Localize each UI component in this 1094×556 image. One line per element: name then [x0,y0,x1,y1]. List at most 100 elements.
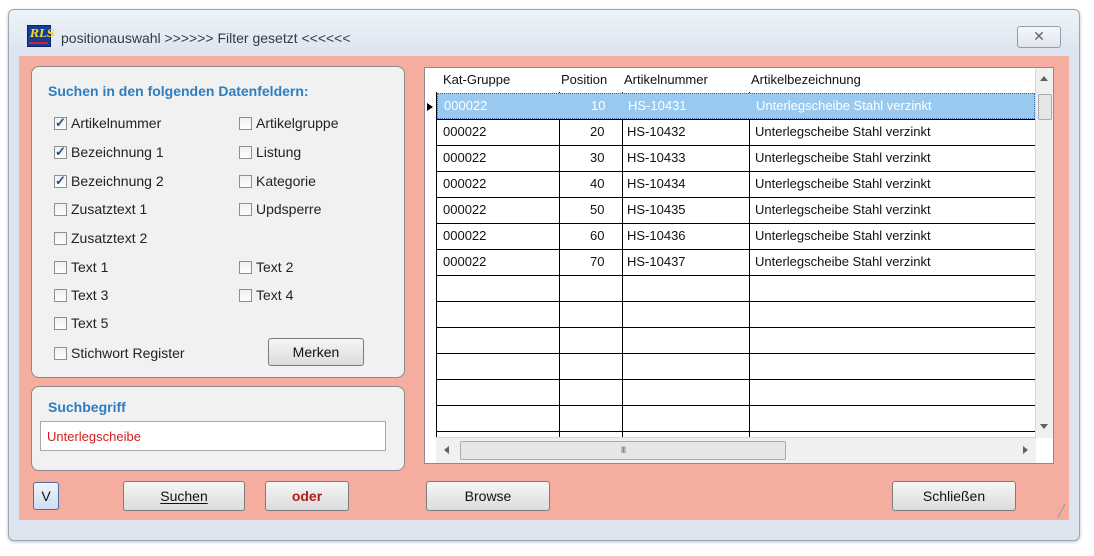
checkbox-box[interactable] [239,260,252,274]
table-row[interactable]: 000022 30 HS-10433 Unterlegscheibe Stahl… [437,146,1035,171]
title-bar[interactable]: RLS positionauswahl >>>>>> Filter gesetz… [9,10,1079,56]
checkbox-text-2[interactable]: Text 2 [239,259,293,275]
cell-position: 50 [590,202,605,217]
checkbox-box[interactable] [54,173,67,189]
scroll-down-arrow-icon[interactable] [1040,424,1048,429]
checkbox-text-3[interactable]: Text 3 [54,287,108,303]
cell-position: 20 [590,124,605,139]
cell-artikelnummer: HS-10433 [627,150,686,165]
close-icon[interactable]: ✕ [1017,26,1061,48]
checkbox-bezeichnung-1[interactable]: Bezeichnung 1 [54,144,164,160]
table-row-selected[interactable]: 000022 10 HS-10431 Unterlegscheibe Stahl… [437,93,1035,119]
search-fields-panel: Suchen in den folgenden Datenfeldern: Ar… [31,66,405,378]
cell-position: 70 [590,254,605,269]
checkbox-listung[interactable]: Listung [239,144,301,160]
search-term-panel: Suchbegriff Unterlegscheibe [31,386,405,471]
scroll-left-arrow-icon[interactable] [444,446,449,454]
resize-grip-icon[interactable]: ╱ [1058,504,1065,518]
cell-artikelnummer: HS-10437 [627,254,686,269]
checkbox-artikelnummer[interactable]: Artikelnummer [54,115,161,131]
cell-artikelbezeichnung: Unterlegscheibe Stahl verzinkt [755,150,931,165]
checkbox-stichwort-register[interactable]: Stichwort Register [54,345,185,361]
cell-artikelnummer: HS-10436 [627,228,686,243]
cell-artikelbezeichnung: Unterlegscheibe Stahl verzinkt [755,202,931,217]
checkbox-zusatztext-1[interactable]: Zusatztext 1 [54,201,147,217]
column-header-kat-gruppe[interactable]: Kat-Gruppe [443,72,510,87]
current-row-pointer-icon [427,103,433,111]
checkbox-box[interactable] [54,316,67,330]
table-row[interactable]: 000022 60 HS-10436 Unterlegscheibe Stahl… [437,224,1035,249]
search-fields-title: Suchen in den folgenden Datenfeldern: [48,83,309,99]
cell-artikelnummer: HS-10432 [627,124,686,139]
cell-position: 10 [591,98,606,113]
checkbox-text-1[interactable]: Text 1 [54,259,108,275]
column-header-position[interactable]: Position [561,72,607,87]
row-indicator-column [425,68,437,463]
checkbox-updsperre[interactable]: Updsperre [239,201,321,217]
vertical-scroll-thumb[interactable] [1038,94,1052,120]
checkbox-artikelgruppe[interactable]: Artikelgruppe [239,115,339,131]
cell-artikelbezeichnung: Unterlegscheibe Stahl verzinkt [755,176,931,191]
cell-artikelbezeichnung: Unterlegscheibe Stahl verzinkt [755,228,931,243]
table-row[interactable]: 000022 20 HS-10432 Unterlegscheibe Stahl… [437,120,1035,145]
cell-kat-gruppe: 000022 [443,150,487,165]
position-grid[interactable]: Kat-Gruppe Position Artikelnummer Artike… [424,67,1054,464]
cell-kat-gruppe: 000022 [443,254,487,269]
table-row[interactable]: 000022 50 HS-10435 Unterlegscheibe Stahl… [437,198,1035,223]
suchen-button[interactable]: Suchen [123,481,245,511]
checkbox-box[interactable] [239,202,252,216]
vertical-scrollbar[interactable] [1035,68,1053,438]
client-area: Suchen in den folgenden Datenfeldern: Ar… [19,56,1069,520]
checkbox-box[interactable] [54,115,67,131]
checkbox-box[interactable] [239,116,252,130]
checkbox-box[interactable] [239,288,252,302]
checkbox-box[interactable] [54,202,67,216]
suchen-button-label: Suchen [160,488,208,504]
checkbox-bezeichnung-2[interactable]: Bezeichnung 2 [54,173,164,189]
cell-kat-gruppe: 000022 [444,98,488,113]
v-button[interactable]: V [33,482,59,510]
cell-kat-gruppe: 000022 [443,228,487,243]
app-logo-text: RLS [30,27,55,40]
scroll-up-arrow-icon[interactable] [1040,76,1048,81]
oder-button[interactable]: oder [265,481,349,511]
cell-kat-gruppe: 000022 [443,124,487,139]
checkbox-box[interactable] [239,145,252,159]
checkbox-text-5[interactable]: Text 5 [54,315,108,331]
checkbox-box[interactable] [239,174,252,188]
cell-position: 60 [590,228,605,243]
cell-artikelbezeichnung: Unterlegscheibe Stahl verzinkt [756,98,932,113]
checkbox-kategorie[interactable]: Kategorie [239,173,316,189]
horizontal-scroll-thumb[interactable]: III [460,441,786,460]
merken-button[interactable]: Merken [268,338,364,366]
position-selection-window: RLS positionauswahl >>>>>> Filter gesetz… [8,9,1080,541]
search-term-title: Suchbegriff [48,399,126,415]
checkbox-box[interactable] [54,144,67,160]
column-header-artikelnummer[interactable]: Artikelnummer [624,72,708,87]
cell-kat-gruppe: 000022 [443,202,487,217]
browse-button[interactable]: Browse [426,481,550,511]
table-row[interactable]: 000022 40 HS-10434 Unterlegscheibe Stahl… [437,172,1035,197]
checkbox-box[interactable] [54,288,67,302]
window-title: positionauswahl >>>>>> Filter gesetzt <<… [61,30,351,46]
horizontal-scrollbar[interactable]: III [436,437,1036,463]
schliessen-button[interactable]: Schließen [892,481,1016,511]
table-row[interactable]: 000022 70 HS-10437 Unterlegscheibe Stahl… [437,250,1035,275]
checkbox-box[interactable] [54,260,67,274]
checkbox-box[interactable] [54,346,67,360]
cell-kat-gruppe: 000022 [443,176,487,191]
cell-artikelbezeichnung: Unterlegscheibe Stahl verzinkt [755,124,931,139]
checkbox-text-4[interactable]: Text 4 [239,287,293,303]
app-logo-icon: RLS [27,25,55,47]
search-term-input[interactable]: Unterlegscheibe [40,421,386,451]
column-header-artikelbezeichnung[interactable]: Artikelbezeichnung [751,72,861,87]
cell-position: 30 [590,150,605,165]
checkbox-box[interactable] [54,231,67,245]
checkbox-zusatztext-2[interactable]: Zusatztext 2 [54,230,147,246]
cell-artikelnummer: HS-10434 [627,176,686,191]
cell-artikelbezeichnung: Unterlegscheibe Stahl verzinkt [755,254,931,269]
scroll-thumb-grip: III [620,445,626,455]
grid-header: Kat-Gruppe Position Artikelnummer Artike… [425,68,1053,92]
scroll-right-arrow-icon[interactable] [1023,446,1028,454]
cell-artikelnummer: HS-10431 [628,98,687,113]
